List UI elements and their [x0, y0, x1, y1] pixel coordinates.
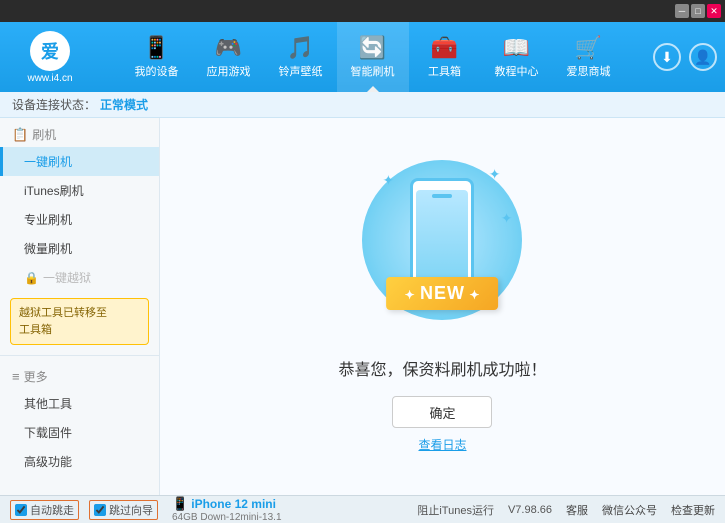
- main-layout: 📋 刷机 一键刷机 iTunes刷机 专业刷机 微量刷机 🔒 一键越狱 越狱工具…: [0, 118, 725, 495]
- status-bar: 设备连接状态： 正常模式: [0, 92, 725, 118]
- download-firmware-label: 下载固件: [24, 426, 72, 440]
- phone-screen: [416, 190, 468, 286]
- jailbreak-notice: 越狱工具已转移至工具箱: [10, 298, 149, 345]
- sidebar-divider-1: [0, 355, 159, 356]
- nav-my-device[interactable]: 📱 我的设备: [121, 22, 193, 92]
- sidebar-section-jailbreak: 🔒 一键越狱: [0, 263, 159, 292]
- advanced-label: 高级功能: [24, 455, 72, 469]
- device-phone-icon: 📱: [172, 496, 188, 511]
- header: 爱 www.i4.cn 📱 我的设备 🎮 应用游戏 🎵 铃声壁纸 🔄 智能刷机 …: [0, 22, 725, 92]
- sidebar-item-pro-flash[interactable]: 专业刷机: [0, 205, 159, 234]
- status-value: 正常模式: [100, 96, 148, 113]
- sidebar: 📋 刷机 一键刷机 iTunes刷机 专业刷机 微量刷机 🔒 一键越狱 越狱工具…: [0, 118, 160, 495]
- more-section-icon: ≡: [12, 369, 20, 384]
- save-flash-label: 微量刷机: [24, 242, 72, 256]
- customer-service-link[interactable]: 客服: [566, 502, 588, 518]
- skip-guide-checkbox[interactable]: [94, 504, 106, 516]
- flash-section-icon: 📋: [12, 127, 28, 143]
- sidebar-item-other-tools[interactable]: 其他工具: [0, 389, 159, 418]
- toolbox-label: 工具箱: [428, 63, 461, 79]
- tutorial-icon: 📖: [503, 35, 530, 61]
- sparkle-icon-1: ✦: [382, 172, 394, 189]
- skip-guide-label: 跳过向导: [109, 502, 153, 518]
- jailbreak-notice-text: 越狱工具已转移至工具箱: [19, 307, 107, 336]
- other-tools-label: 其他工具: [24, 397, 72, 411]
- device-info: 📱 iPhone 12 mini 64GB Down-12mini-13.1: [172, 496, 282, 523]
- more-section-label: 更多: [24, 368, 48, 385]
- ringtone-icon: 🎵: [287, 35, 314, 61]
- wechat-public-link[interactable]: 微信公众号: [602, 502, 657, 518]
- new-banner: NEW: [387, 277, 499, 310]
- sidebar-item-itunes-flash[interactable]: iTunes刷机: [0, 176, 159, 205]
- success-message: 恭喜您，保资料刷机成功啦！: [338, 356, 546, 380]
- maximize-button[interactable]: □: [691, 4, 705, 18]
- logo-symbol: 爱: [41, 38, 59, 64]
- apps-games-label: 应用游戏: [207, 63, 251, 79]
- auto-jump-label: 自动跳走: [30, 502, 74, 518]
- sidebar-item-download-firmware[interactable]: 下载固件: [0, 418, 159, 447]
- my-device-icon: 📱: [143, 35, 170, 61]
- flash-section-label: 刷机: [32, 126, 56, 143]
- nav-store[interactable]: 🛒 爱思商城: [553, 22, 625, 92]
- nav-toolbox[interactable]: 🧰 工具箱: [409, 22, 481, 92]
- tutorial-label: 教程中心: [495, 63, 539, 79]
- sidebar-item-advanced[interactable]: 高级功能: [0, 447, 159, 476]
- nav-apps-games[interactable]: 🎮 应用游戏: [193, 22, 265, 92]
- title-bar: ─ □ ✕: [0, 0, 725, 22]
- apps-games-icon: 🎮: [215, 35, 242, 61]
- view-log-link[interactable]: 查看日志: [418, 436, 466, 453]
- jailbreak-section-label: 一键越狱: [43, 269, 91, 286]
- user-button[interactable]: 👤: [689, 43, 717, 71]
- window-controls: ─ □ ✕: [675, 4, 721, 18]
- sidebar-item-save-flash[interactable]: 微量刷机: [0, 234, 159, 263]
- one-click-flash-label: 一键刷机: [24, 155, 72, 169]
- logo-icon: 爱: [30, 31, 70, 71]
- bottom-bar: 自动跳走 跳过向导 📱 iPhone 12 mini 64GB Down-12m…: [0, 495, 725, 523]
- logo-area: 爱 www.i4.cn: [0, 22, 100, 92]
- version-text: V7.98.66: [508, 504, 552, 516]
- close-button[interactable]: ✕: [707, 4, 721, 18]
- nav-ringtone[interactable]: 🎵 铃声壁纸: [265, 22, 337, 92]
- bottom-left: 自动跳走 跳过向导 📱 iPhone 12 mini 64GB Down-12m…: [10, 496, 282, 523]
- sidebar-section-flash: 📋 刷机: [0, 118, 159, 147]
- content-area: ✦ ✦ ✦ NEW 恭喜您，保资料刷机成功啦！ 确定 查看日志: [160, 118, 725, 495]
- confirm-button[interactable]: 确定: [392, 396, 492, 428]
- status-label: 设备连接状态：: [12, 96, 96, 113]
- sidebar-item-one-click-flash[interactable]: 一键刷机: [0, 147, 159, 176]
- smart-flash-icon: 🔄: [359, 35, 386, 61]
- minimize-button[interactable]: ─: [675, 4, 689, 18]
- store-icon: 🛒: [575, 35, 602, 61]
- auto-jump-checkbox[interactable]: [15, 504, 27, 516]
- phone-illustration: ✦ ✦ ✦ NEW: [362, 160, 522, 340]
- smart-flash-label: 智能刷机: [351, 63, 395, 79]
- header-right: ⬇ 👤: [645, 43, 725, 71]
- bottom-right: 阻止iTunes运行 V7.98.66 客服 微信公众号 检查更新: [417, 502, 715, 518]
- nav-tutorial[interactable]: 📖 教程中心: [481, 22, 553, 92]
- device-version: Down-12mini-13.1: [200, 512, 281, 523]
- device-storage: 64GB: [172, 512, 198, 523]
- device-detail: 64GB Down-12mini-13.1: [172, 512, 282, 523]
- logo-url: www.i4.cn: [27, 73, 72, 84]
- auto-jump-checkbox-wrapper[interactable]: 自动跳走: [10, 500, 79, 520]
- itunes-notice: 阻止iTunes运行: [417, 502, 494, 518]
- toolbox-icon: 🧰: [431, 35, 458, 61]
- nav-smart-flash[interactable]: 🔄 智能刷机: [337, 22, 409, 92]
- download-button[interactable]: ⬇: [653, 43, 681, 71]
- ringtone-label: 铃声壁纸: [279, 63, 323, 79]
- sparkle-icon-3: ✦: [501, 210, 513, 227]
- itunes-flash-label: iTunes刷机: [24, 184, 84, 198]
- sparkle-icon-2: ✦: [489, 166, 501, 183]
- sidebar-section-more: ≡ 更多: [0, 360, 159, 389]
- pro-flash-label: 专业刷机: [24, 213, 72, 227]
- my-device-label: 我的设备: [135, 63, 179, 79]
- success-card: ✦ ✦ ✦ NEW 恭喜您，保资料刷机成功啦！ 确定 查看日志: [338, 160, 546, 453]
- nav-items: 📱 我的设备 🎮 应用游戏 🎵 铃声壁纸 🔄 智能刷机 🧰 工具箱 📖 教程中心…: [100, 22, 645, 92]
- skip-guide-checkbox-wrapper[interactable]: 跳过向导: [89, 500, 158, 520]
- device-name: iPhone 12 mini: [191, 497, 276, 511]
- lock-icon: 🔒: [24, 271, 39, 285]
- check-update-link[interactable]: 检查更新: [671, 502, 715, 518]
- store-label: 爱思商城: [567, 63, 611, 79]
